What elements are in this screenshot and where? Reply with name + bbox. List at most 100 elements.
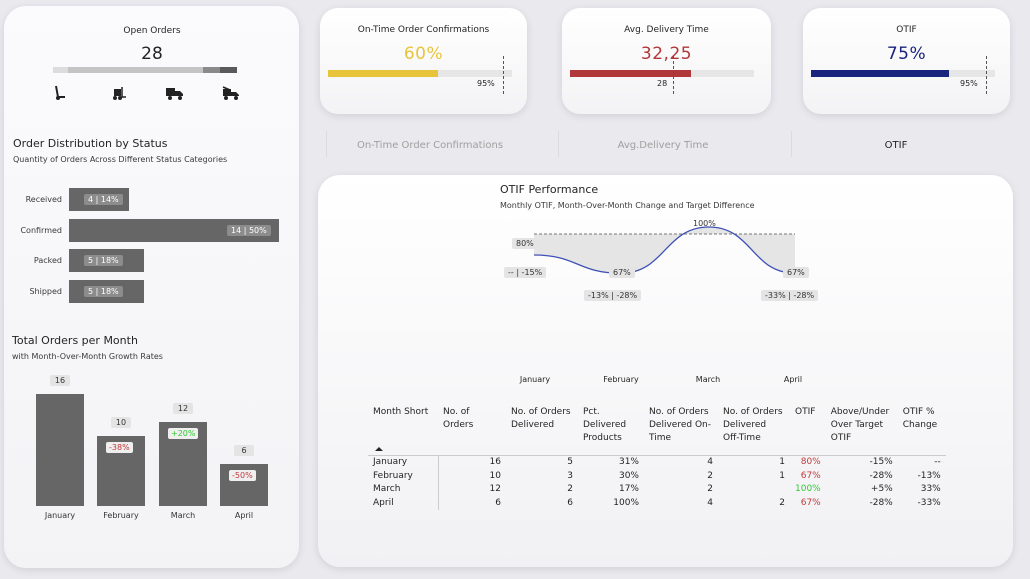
otif-month-label: March [695,375,721,384]
table-header-cell[interactable]: OTIF [790,404,826,456]
month-bar[interactable] [36,394,84,506]
kpi-card: On-Time Order Confirmations 60% 95% [320,8,527,114]
month-axis-label: April [234,511,254,520]
month-value-label: 16 [50,375,70,386]
delivery-truck-icon [166,88,183,100]
status-label: Packed [33,256,62,265]
otif-month-label: February [603,375,639,384]
table-cell [718,483,790,497]
table-header-cell[interactable]: No. of Orders Delivered On-Time [644,404,718,456]
otif-change-label: -- | -15% [504,267,547,278]
table-header-cell[interactable]: No. of Orders Delivered [506,404,578,456]
kpi-target-label: 95% [477,79,495,88]
table-cell: -- [934,457,941,467]
kpi-target-label: 95% [960,79,978,88]
table-cell: +5% [870,484,893,494]
otif-month-label: April [783,375,803,384]
month-axis-label: January [44,511,76,520]
table-cell: 5 [567,457,573,467]
status-value-label: 14 | 50% [227,224,271,236]
table-cell: 100% [795,484,821,494]
month-value-label: 6 [234,445,254,456]
growth-badge: -50% [229,470,256,481]
month-axis-label: March [170,511,196,520]
table-cell: 3 [567,470,573,481]
status-label: Confirmed [20,225,62,235]
otif-change-label: -33% | -28% [761,290,819,302]
table-header-cell[interactable]: Pct. Delivered Products [578,404,644,456]
kpi-title: On-Time Order Confirmations [357,25,490,35]
table-cell: -33% [917,497,941,508]
table-cell: 33% [920,484,941,494]
table-cell: 16 [437,455,506,470]
kpi-target-label: 28 [657,79,668,88]
month-value-label: 12 [173,403,193,414]
tab-on-time-confirmations[interactable]: On-Time Order Confirmations [330,140,530,151]
table-cell: 80% [800,457,821,467]
kpi-progress-track [570,70,754,77]
table-cell: 4 [707,497,713,508]
table-cell: 2 [707,484,713,494]
open-orders-value: 28 [141,44,163,64]
status-value-label: 5 | 18% [84,255,123,266]
table-cell: 4 [707,457,713,467]
otif-table: Month Short No. of Orders No. of Orders De… [368,404,946,510]
kpi-card: OTIF 75% 95% [803,8,1010,114]
status-value-label: 5 | 18% [84,285,123,297]
kpi-title: Avg. Delivery Time [624,25,709,35]
otif-chart-title: OTIF Performance [500,183,599,196]
status-label: Received [25,195,62,204]
otif-value-label: 67% [609,267,635,279]
kpi-card: Avg. Delivery Time 32,25 28 [562,8,771,114]
table-cell: -28% [869,497,893,508]
table-cell: March [373,484,401,494]
table-header-cell[interactable]: No. of Orders [438,404,506,456]
table-cell: 6 [567,497,573,508]
table-cell: 30% [618,470,639,481]
table-cell: 67% [800,470,821,481]
otif-value-label: 67% [783,267,809,279]
kpi-progress-fill [811,70,949,77]
table-cell: 6 [437,496,506,510]
status-label: Shipped [29,286,62,296]
kpi-title: OTIF [896,25,917,35]
table-body: January 16 5 31% 4 1 80% -15% -- February 10 3 30% 2 1… [368,455,946,510]
table-cell: -13% [917,470,941,481]
kpi-value: 60% [403,44,444,64]
monthly-chart-subtitle: with Month-Over-Month Growth Rates [12,352,163,361]
table-cell: 10 [437,469,506,483]
open-orders-title: Open Orders [123,26,181,36]
table-cell: 1 [779,470,785,481]
table-cell: January [373,457,408,467]
table-row: March 12 2 17% 2 100% +5% 33% [368,483,946,497]
table-header: Month Short No. of Orders No. of Orders De… [368,404,946,456]
otif-value-label: 80% [512,238,538,249]
sort-ascending-icon[interactable] [374,446,384,452]
month-value-label: 10 [111,417,131,428]
table-header-cell[interactable]: OTIF % Change [898,404,946,456]
table-cell: 2 [707,470,713,481]
table-row: February 10 3 30% 2 1 67% -28% -13% [368,469,946,483]
table-cell: 100% [613,497,639,508]
status-chart-title: Order Distribution by Status [13,137,168,150]
forklift-icon [113,87,126,100]
growth-badge: +20% [168,428,199,439]
table-cell: 2 [567,484,573,494]
table-cell: 12 [437,483,506,497]
table-header-cell[interactable]: No. of Orders Delivered Off-Time [718,404,790,456]
table-cell: 1 [779,457,785,467]
tab-otif[interactable]: OTIF [796,140,996,151]
table-cell: February [373,470,413,481]
table-cell: -28% [869,470,893,481]
hand-truck-icon [55,85,65,100]
kpi-target-marker [503,56,504,94]
table-cell: April [373,497,394,508]
kpi-value: 32,25 [640,44,693,64]
tab-avg-delivery-time[interactable]: Avg.Delivery Time [563,140,763,151]
otif-value-label: 100% [693,219,716,228]
kpi-target-marker [673,56,674,94]
table-cell: 31% [618,457,639,467]
kpi-progress-track [328,70,512,77]
open-orders-status-bar [53,67,237,73]
table-header-cell[interactable]: Above/Under Over Target OTIF [826,404,898,456]
